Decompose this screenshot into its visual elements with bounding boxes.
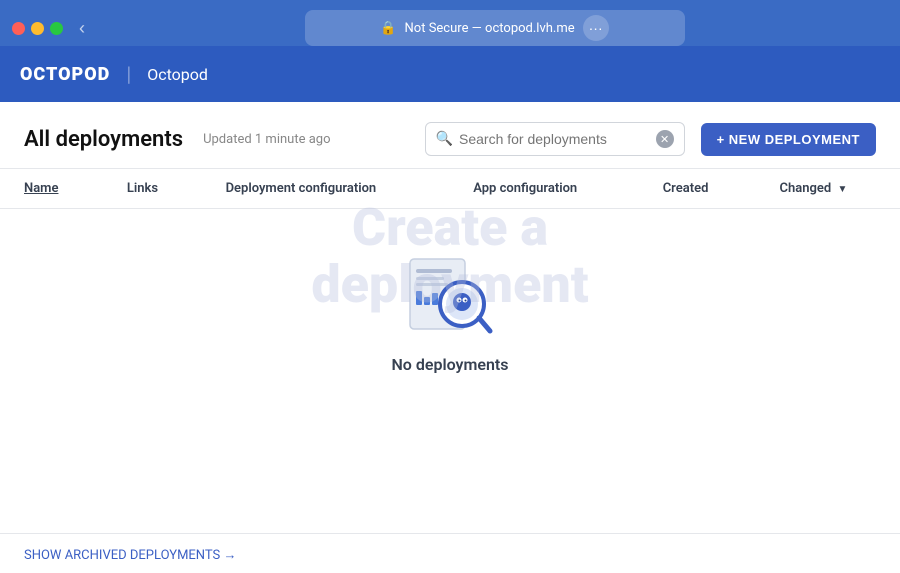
app-logo: OCTOPOD bbox=[20, 64, 110, 85]
header-divider: | bbox=[126, 62, 131, 86]
page-header: All deployments Updated 1 minute ago 🔍 ✕… bbox=[0, 102, 900, 169]
main-content: All deployments Updated 1 minute ago 🔍 ✕… bbox=[0, 102, 900, 573]
search-input[interactable] bbox=[459, 131, 650, 147]
col-name: Name bbox=[0, 169, 103, 209]
col-name-label: Name bbox=[24, 181, 58, 196]
table-header-row: Name Links Deployment configuration App … bbox=[0, 169, 900, 209]
table-container: Create a deployment Name Links Deploymen… bbox=[0, 169, 900, 533]
col-deployment-config: Deployment configuration bbox=[202, 169, 450, 209]
updated-text: Updated 1 minute ago bbox=[203, 132, 330, 147]
traffic-light-green[interactable] bbox=[50, 22, 63, 35]
app-name: Octopod bbox=[147, 65, 208, 84]
empty-state: No deployments bbox=[0, 209, 900, 404]
col-changed[interactable]: Changed ▼ bbox=[756, 169, 900, 209]
sort-arrow-icon: ▼ bbox=[837, 184, 847, 195]
search-container[interactable]: 🔍 ✕ bbox=[425, 122, 685, 156]
traffic-lights bbox=[12, 22, 63, 35]
new-deployment-button[interactable]: + NEW DEPLOYMENT bbox=[701, 123, 876, 156]
browser-chrome: ‹ 🔒 Not Secure — octopod.lvh.me ··· bbox=[0, 0, 900, 46]
more-button[interactable]: ··· bbox=[583, 15, 609, 41]
traffic-light-yellow[interactable] bbox=[31, 22, 44, 35]
app-header: OCTOPOD | Octopod bbox=[0, 46, 900, 102]
col-changed-label: Changed bbox=[780, 181, 832, 196]
page-title: All deployments bbox=[24, 127, 183, 152]
col-links: Links bbox=[103, 169, 202, 209]
traffic-light-red[interactable] bbox=[12, 22, 25, 35]
empty-label: No deployments bbox=[391, 355, 508, 374]
address-bar[interactable]: 🔒 Not Secure — octopod.lvh.me ··· bbox=[305, 10, 685, 46]
search-clear-button[interactable]: ✕ bbox=[656, 130, 674, 148]
col-app-config: App configuration bbox=[449, 169, 638, 209]
search-icon: 🔍 bbox=[436, 131, 453, 147]
back-button[interactable]: ‹ bbox=[73, 16, 91, 41]
show-archived-link[interactable]: SHOW ARCHIVED DEPLOYMENTS → bbox=[24, 548, 237, 563]
empty-illustration bbox=[400, 249, 500, 339]
col-created-label: Created bbox=[663, 181, 709, 196]
address-text: Not Secure — octopod.lvh.me bbox=[405, 21, 575, 36]
col-links-label: Links bbox=[127, 181, 158, 196]
col-created: Created bbox=[639, 169, 756, 209]
deployments-table: Name Links Deployment configuration App … bbox=[0, 169, 900, 404]
page-footer: SHOW ARCHIVED DEPLOYMENTS → bbox=[0, 533, 900, 573]
lock-icon: 🔒 bbox=[380, 21, 396, 36]
col-app-config-label: App configuration bbox=[473, 181, 577, 196]
col-deployment-config-label: Deployment configuration bbox=[226, 181, 377, 196]
